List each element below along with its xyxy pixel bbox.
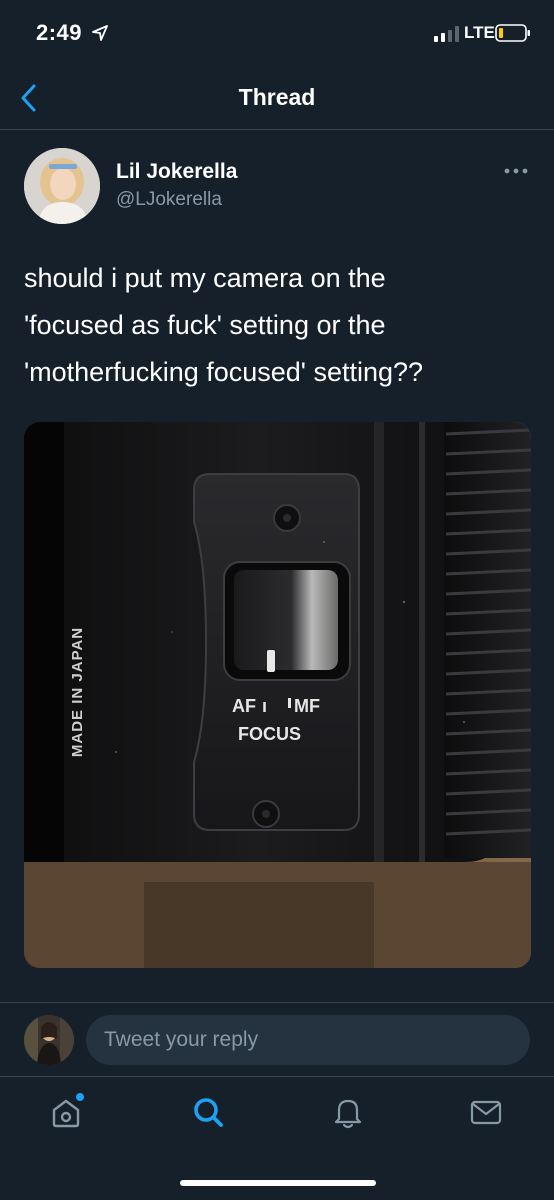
lens-made-in-label: MADE IN JAPAN: [69, 627, 86, 757]
home-indicator[interactable]: [180, 1180, 376, 1186]
current-user-avatar[interactable]: [24, 1015, 74, 1065]
tab-messages[interactable]: [466, 1092, 506, 1132]
tab-bar-divider: [0, 1076, 554, 1077]
tweet-text-line: should i put my camera on the: [24, 263, 386, 293]
switch-mf-label: MF: [294, 696, 320, 716]
status-bar: 2:49 LTE: [0, 0, 554, 64]
tab-notifications[interactable]: [328, 1092, 368, 1132]
home-icon: [52, 1093, 84, 1128]
page-title: Thread: [238, 84, 316, 110]
more-options-icon[interactable]: [502, 164, 530, 178]
tab-home[interactable]: [46, 1092, 86, 1132]
network-type: LTE: [464, 23, 495, 42]
search-icon: [194, 1098, 223, 1127]
switch-af-label: AF: [232, 696, 256, 716]
tweet-text-line: 'motherfucking focused' setting??: [24, 357, 424, 387]
envelope-icon: [470, 1100, 502, 1125]
tweet-text: should i put my camera on the 'focused a…: [24, 255, 530, 396]
reply-input[interactable]: [86, 1015, 530, 1065]
switch-separator-mark: ı: [262, 696, 267, 716]
author-avatar[interactable]: [24, 148, 100, 224]
thread-header: Thread: [0, 64, 554, 130]
battery-icon: [495, 24, 530, 42]
signal-strength-icon: [434, 26, 459, 42]
divider: [0, 1002, 554, 1003]
tweet-text-line: 'focused as fuck' setting or the: [24, 310, 386, 340]
author-display-name[interactable]: Lil Jokerella: [116, 160, 237, 184]
switch-indicator-mark: [288, 698, 291, 708]
bell-icon: [334, 1099, 362, 1129]
switch-focus-label: FOCUS: [238, 724, 301, 744]
status-time: 2:49: [36, 20, 83, 45]
location-arrow-icon: [92, 25, 108, 41]
tweet-photo[interactable]: MADE IN JAPAN AF ı MF FOCUS: [24, 422, 531, 968]
tab-search[interactable]: [188, 1092, 228, 1132]
thread-screen: 2:49 LTE Thread Lil Jokerella @LJokerell…: [0, 0, 554, 1200]
author-handle[interactable]: @LJokerella: [116, 189, 222, 211]
